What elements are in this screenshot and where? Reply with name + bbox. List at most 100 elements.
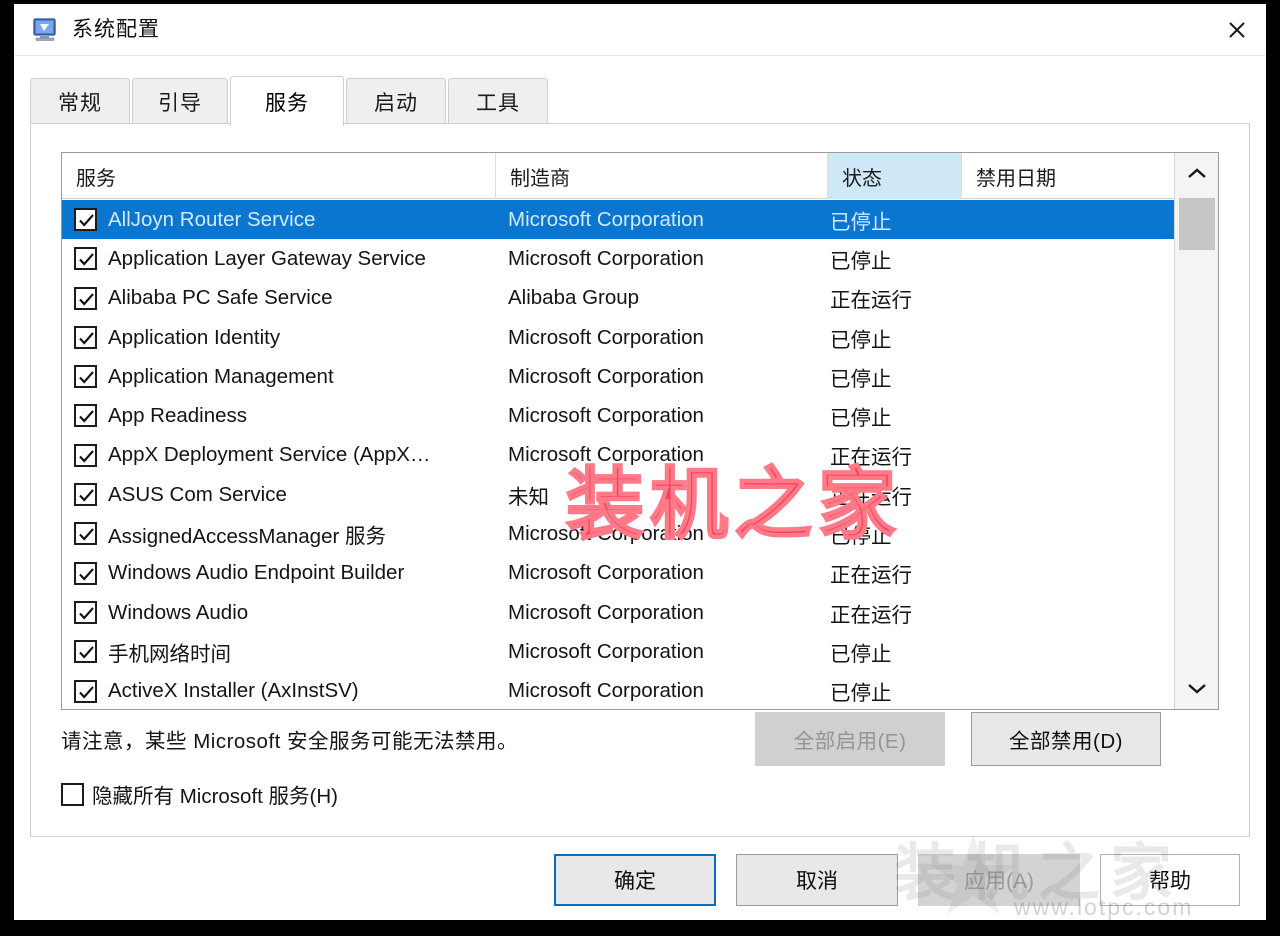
services-list: 服务 制造商 状态 禁用日期 AllJoyn Router ServiceMic…: [61, 152, 1219, 710]
row-checkbox[interactable]: [74, 247, 97, 270]
row-checkbox[interactable]: [74, 601, 97, 624]
cell-status: 已停止: [830, 514, 970, 553]
row-checkbox[interactable]: [74, 365, 97, 388]
help-button[interactable]: 帮助: [1100, 854, 1240, 906]
row-checkbox[interactable]: [74, 680, 97, 703]
row-checkbox[interactable]: [74, 444, 97, 467]
list-scrollbar[interactable]: [1174, 153, 1218, 709]
cell-disabled-date: [970, 554, 1170, 593]
cell-manufacturer: Microsoft Corporation: [508, 200, 828, 239]
table-row[interactable]: AllJoyn Router ServiceMicrosoft Corporat…: [62, 200, 1174, 239]
cell-service: AppX Deployment Service (AppX…: [108, 436, 508, 475]
title-bar: 系统配置: [14, 4, 1266, 56]
cell-service: ActiveX Installer (AxInstSV): [108, 672, 508, 710]
system-configuration-window: 系统配置 常规 引导 服务 启动 工具 服务 制造商 状态 禁用日期 AllJo…: [14, 4, 1266, 920]
table-row[interactable]: 手机网络时间Microsoft Corporation已停止: [62, 632, 1174, 671]
system-config-icon: [32, 16, 60, 44]
cell-service: AllJoyn Router Service: [108, 200, 508, 239]
cell-disabled-date: [970, 593, 1170, 632]
close-icon[interactable]: [1208, 4, 1266, 56]
cell-status: 已停止: [830, 318, 970, 357]
cell-service: App Readiness: [108, 396, 508, 435]
cell-service: Application Layer Gateway Service: [108, 239, 508, 278]
column-header-disabled-date[interactable]: 禁用日期: [962, 153, 1174, 199]
disable-all-button[interactable]: 全部禁用(D): [971, 712, 1161, 766]
cell-disabled-date: [970, 318, 1170, 357]
scroll-down-icon[interactable]: [1175, 667, 1218, 709]
row-checkbox[interactable]: [74, 483, 97, 506]
cell-disabled-date: [970, 396, 1170, 435]
cell-status: 正在运行: [830, 436, 970, 475]
tab-boot[interactable]: 引导: [132, 78, 228, 124]
table-row[interactable]: Application IdentityMicrosoft Corporatio…: [62, 318, 1174, 357]
enable-all-button[interactable]: 全部启用(E): [755, 712, 945, 766]
row-checkbox[interactable]: [74, 326, 97, 349]
tab-startup[interactable]: 启动: [346, 78, 446, 124]
table-row[interactable]: App ReadinessMicrosoft Corporation已停止: [62, 396, 1174, 435]
cell-manufacturer: Microsoft Corporation: [508, 239, 828, 278]
table-row[interactable]: Application ManagementMicrosoft Corporat…: [62, 357, 1174, 396]
cell-status: 正在运行: [830, 475, 970, 514]
window-title: 系统配置: [72, 15, 160, 45]
column-header-service[interactable]: 服务: [62, 153, 496, 199]
cell-service: 手机网络时间: [108, 632, 508, 671]
tab-tools[interactable]: 工具: [448, 78, 548, 124]
table-row[interactable]: AppX Deployment Service (AppX…Microsoft …: [62, 436, 1174, 475]
cell-manufacturer: Microsoft Corporation: [508, 672, 828, 710]
scroll-up-icon[interactable]: [1175, 153, 1218, 195]
cell-disabled-date: [970, 514, 1170, 553]
cell-status: 已停止: [830, 396, 970, 435]
cell-manufacturer: 未知: [508, 475, 828, 514]
apply-button[interactable]: 应用(A): [918, 854, 1080, 906]
cell-service: Windows Audio: [108, 593, 508, 632]
cell-service: Windows Audio Endpoint Builder: [108, 554, 508, 593]
hide-microsoft-services-label: 隐藏所有 Microsoft 服务(H): [92, 779, 338, 809]
cell-status: 正在运行: [830, 593, 970, 632]
tab-services[interactable]: 服务: [230, 76, 344, 126]
cell-service: Application Identity: [108, 318, 508, 357]
row-checkbox[interactable]: [74, 522, 97, 545]
cell-manufacturer: Microsoft Corporation: [508, 357, 828, 396]
cell-status: 已停止: [830, 632, 970, 671]
table-row[interactable]: Alibaba PC Safe ServiceAlibaba Group正在运行: [62, 279, 1174, 318]
cell-disabled-date: [970, 239, 1170, 278]
security-services-note: 请注意，某些 Microsoft 安全服务可能无法禁用。: [61, 724, 518, 754]
table-row[interactable]: AssignedAccessManager 服务Microsoft Corpor…: [62, 514, 1174, 553]
table-row[interactable]: Windows AudioMicrosoft Corporation正在运行: [62, 593, 1174, 632]
table-row[interactable]: ASUS Com Service未知正在运行: [62, 475, 1174, 514]
ok-button[interactable]: 确定: [554, 854, 716, 906]
table-row[interactable]: Windows Audio Endpoint BuilderMicrosoft …: [62, 554, 1174, 593]
tab-strip: 常规 引导 服务 启动 工具: [30, 78, 1250, 124]
services-list-body: AllJoyn Router ServiceMicrosoft Corporat…: [62, 200, 1174, 710]
column-header-status[interactable]: 状态: [828, 153, 962, 199]
row-checkbox[interactable]: [74, 404, 97, 427]
cell-manufacturer: Alibaba Group: [508, 279, 828, 318]
cell-manufacturer: Microsoft Corporation: [508, 318, 828, 357]
dialog-footer: 确定 取消 应用(A) 帮助: [14, 842, 1266, 920]
table-row[interactable]: Application Layer Gateway ServiceMicroso…: [62, 239, 1174, 278]
row-checkbox[interactable]: [74, 208, 97, 231]
row-checkbox[interactable]: [74, 562, 97, 585]
cell-manufacturer: Microsoft Corporation: [508, 514, 828, 553]
cell-manufacturer: Microsoft Corporation: [508, 436, 828, 475]
column-header-manufacturer[interactable]: 制造商: [496, 153, 828, 199]
tab-general[interactable]: 常规: [30, 78, 130, 124]
cell-status: 正在运行: [830, 554, 970, 593]
cancel-button[interactable]: 取消: [736, 854, 898, 906]
hide-microsoft-services-checkbox[interactable]: 隐藏所有 Microsoft 服务(H): [61, 779, 338, 809]
cell-disabled-date: [970, 279, 1170, 318]
cell-disabled-date: [970, 475, 1170, 514]
cell-manufacturer: Microsoft Corporation: [508, 396, 828, 435]
scrollbar-thumb[interactable]: [1179, 198, 1215, 250]
cell-service: ASUS Com Service: [108, 475, 508, 514]
cell-disabled-date: [970, 632, 1170, 671]
cell-service: Alibaba PC Safe Service: [108, 279, 508, 318]
cell-disabled-date: [970, 200, 1170, 239]
checkbox-box[interactable]: [61, 783, 84, 806]
cell-disabled-date: [970, 672, 1170, 710]
row-checkbox[interactable]: [74, 640, 97, 663]
table-row[interactable]: ActiveX Installer (AxInstSV)Microsoft Co…: [62, 672, 1174, 710]
cell-manufacturer: Microsoft Corporation: [508, 554, 828, 593]
row-checkbox[interactable]: [74, 287, 97, 310]
cell-service: AssignedAccessManager 服务: [108, 514, 508, 553]
